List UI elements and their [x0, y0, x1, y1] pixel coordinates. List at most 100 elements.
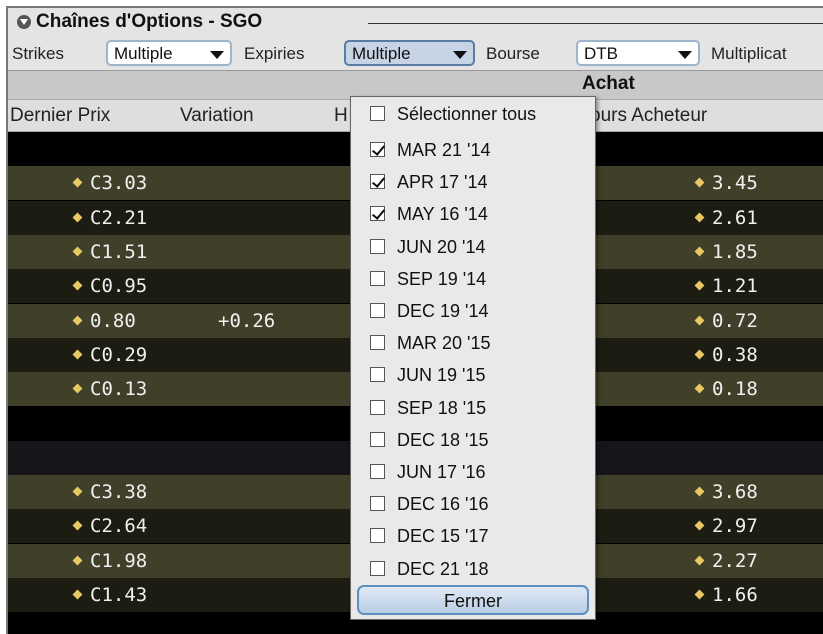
expiries-label: Expiries: [244, 44, 305, 63]
bid-value: 1.85: [712, 240, 758, 263]
diamond-icon: [694, 520, 705, 531]
checkbox[interactable]: [370, 335, 385, 351]
checkbox[interactable]: [370, 367, 385, 383]
last-price-cell: C1.43: [72, 583, 148, 606]
collapse-icon[interactable]: [17, 15, 31, 29]
checkbox[interactable]: [370, 496, 385, 512]
col-header-partial[interactable]: H: [334, 105, 348, 127]
checkbox[interactable]: [370, 174, 385, 190]
chevron-down-icon: [453, 51, 467, 59]
strikes-label: Strikes: [12, 44, 64, 63]
close-button[interactable]: Fermer: [357, 585, 589, 615]
last-price-cell: C0.95: [72, 275, 148, 298]
expiries-value: Multiple: [352, 44, 411, 63]
diamond-icon: [694, 212, 705, 223]
last-price-value: C1.98: [90, 549, 148, 572]
expiry-option[interactable]: JUN 20 '14: [351, 234, 595, 261]
diamond-icon: [694, 589, 705, 600]
option-chain-panel: Chaînes d'Options - SGO Strikes Multiple…: [6, 6, 823, 634]
last-price-value: C1.51: [90, 240, 148, 263]
bid-cell: 2.61: [694, 206, 758, 229]
expiry-option[interactable]: JUN 17 '16: [351, 459, 595, 486]
checkbox[interactable]: [370, 431, 385, 447]
expiry-option[interactable]: JUN 19 '15: [351, 362, 595, 389]
strikes-dropdown[interactable]: Multiple: [106, 40, 232, 66]
last-price-value: C3.38: [90, 481, 148, 503]
last-price-cell: C2.21: [72, 207, 147, 229]
panel-title: Chaînes d'Options - SGO: [36, 11, 263, 32]
checkbox[interactable]: [370, 142, 385, 157]
diamond-icon: [72, 520, 83, 531]
last-price-cell: C3.38: [72, 481, 148, 503]
multiplier-label: Multiplicat: [711, 44, 787, 63]
last-price-value: C0.13: [90, 378, 148, 401]
col-header-last-price[interactable]: Dernier Prix: [10, 105, 110, 127]
checkbox[interactable]: [370, 560, 385, 576]
diamond-icon: [72, 349, 83, 360]
diamond-icon: [694, 555, 705, 566]
bid-cell: 0.38: [694, 343, 758, 366]
expiry-label: MAR 21 '14: [397, 140, 491, 160]
expiry-option[interactable]: DEC 16 '16: [351, 491, 595, 518]
diamond-icon: [694, 315, 705, 325]
diamond-icon: [694, 177, 705, 188]
diamond-icon: [694, 486, 705, 497]
achat-group-label: Achat: [582, 73, 635, 94]
expiry-option[interactable]: MAR 20 '15: [351, 330, 595, 357]
diamond-icon: [694, 383, 705, 394]
expiry-label: SEP 19 '14: [397, 268, 487, 289]
bourse-label: Bourse: [486, 44, 540, 63]
expiry-label: DEC 16 '16: [397, 494, 489, 515]
expiry-option[interactable]: DEC 15 '17: [351, 523, 595, 550]
select-all-option[interactable]: Sélectionner tous: [351, 101, 595, 128]
checkbox[interactable]: [370, 464, 385, 479]
last-price-value: C2.64: [90, 515, 148, 538]
col-header-bid[interactable]: ours Acheteur: [590, 105, 707, 127]
expiry-option[interactable]: SEP 19 '14: [351, 266, 595, 293]
expiry-option[interactable]: DEC 19 '14: [351, 298, 595, 325]
bid-value: 0.38: [712, 343, 758, 366]
expiry-label: MAY 16 '14: [397, 204, 488, 225]
bourse-dropdown[interactable]: DTB: [576, 40, 700, 66]
bid-cell: 1.21: [694, 275, 758, 297]
chevron-down-icon: [210, 51, 224, 59]
bid-value: 2.27: [712, 549, 758, 572]
last-price-value: C1.43: [90, 583, 148, 606]
expiry-option[interactable]: DEC 21 '18: [351, 556, 595, 583]
col-header-variation[interactable]: Variation: [180, 105, 254, 127]
expiries-dropdown[interactable]: Multiple: [344, 40, 475, 66]
expiry-option[interactable]: SEP 18 '15: [351, 395, 595, 422]
expiry-label: MAR 20 '15: [397, 333, 491, 354]
diamond-icon: [72, 589, 83, 600]
expiry-option[interactable]: DEC 18 '15: [351, 427, 595, 454]
bid-value: 3.68: [712, 481, 758, 503]
bid-value: 1.66: [712, 583, 758, 606]
toolbar: Strikes Multiple Expiries Multiple Bours…: [8, 36, 823, 70]
expiry-label: DEC 15 '17: [397, 526, 489, 547]
expiry-option[interactable]: APR 17 '14: [351, 169, 595, 196]
last-price-value: C0.95: [90, 275, 148, 298]
checkbox[interactable]: [370, 270, 385, 286]
checkbox[interactable]: [370, 303, 385, 318]
checkbox[interactable]: [370, 399, 385, 415]
expiry-label: JUN 17 '16: [397, 462, 486, 482]
expiry-option[interactable]: MAY 16 '14: [351, 201, 595, 228]
bid-value: 2.61: [712, 206, 758, 229]
last-price-cell: 0.80: [72, 310, 136, 332]
bid-cell: 0.18: [694, 378, 758, 400]
checkbox[interactable]: [370, 206, 385, 222]
bid-cell: 2.97: [694, 515, 758, 538]
variation-cell: +0.26: [218, 309, 276, 332]
checkbox[interactable]: [370, 238, 385, 254]
diamond-icon: [72, 212, 83, 223]
last-price-cell: C1.98: [72, 549, 148, 572]
diamond-icon: [72, 315, 83, 325]
checkbox[interactable]: [370, 528, 385, 544]
expiry-option[interactable]: MAR 21 '14: [351, 137, 595, 164]
expiry-label: DEC 21 '18: [397, 558, 489, 579]
diamond-icon: [72, 177, 83, 188]
checkbox[interactable]: [370, 106, 385, 121]
last-price-cell: C0.29: [72, 344, 147, 366]
bid-value: 2.97: [712, 515, 758, 538]
expiry-label: DEC 18 '15: [397, 429, 489, 450]
